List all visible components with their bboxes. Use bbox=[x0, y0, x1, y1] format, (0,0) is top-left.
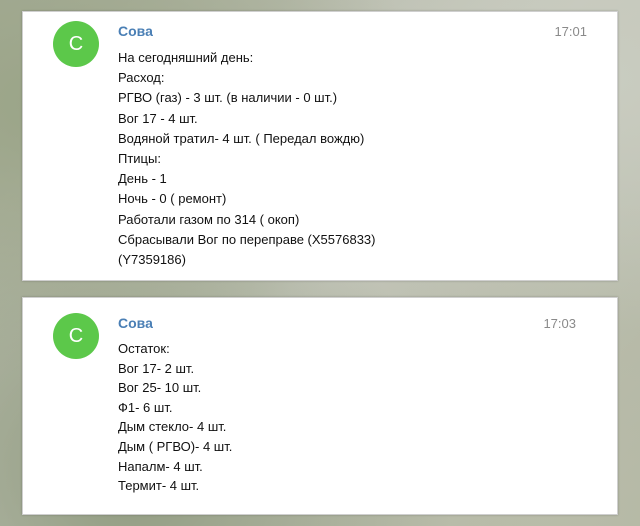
message-line: РГВО (газ) - 3 шт. (в наличии - 0 шт.) bbox=[118, 90, 338, 106]
message-line: Термит- 4 шт. bbox=[118, 478, 200, 494]
message-line: Дым ( РГВО)- 4 шт. bbox=[118, 438, 233, 454]
message-line: Дым стекло- 4 шт. bbox=[118, 419, 227, 435]
message-line: Напалм- 4 шт. bbox=[118, 458, 203, 474]
sender-name[interactable]: Сова bbox=[118, 23, 153, 39]
sender-name[interactable]: Сова bbox=[118, 315, 153, 331]
message-line: Сбрасывали Вог по переправе (X5576833) bbox=[118, 231, 376, 247]
message-line: Птицы: bbox=[118, 150, 161, 166]
message-body: На сегодняшний день: Расход: РГВО (газ) … bbox=[118, 48, 376, 270]
message-line: Водяной тратил- 4 шт. ( Передал вождю) bbox=[118, 130, 365, 146]
message-line: На сегодняшний день: bbox=[118, 50, 254, 65]
message-line: Ф1- 6 шт. bbox=[118, 399, 173, 415]
message-time: 17:03 bbox=[543, 316, 576, 331]
avatar[interactable]: С bbox=[53, 21, 99, 67]
message-card[interactable]: С Сова 17:01 На сегодняшний день: Расход… bbox=[22, 11, 618, 281]
message-line: (Y7359186) bbox=[118, 251, 186, 267]
message-card[interactable]: С Сова 17:03 Остаток: Вог 17- 2 шт. Вог … bbox=[22, 297, 618, 515]
message-line: Вог 17- 2 шт. bbox=[118, 360, 195, 376]
message-body: Остаток: Вог 17- 2 шт. Вог 25- 10 шт. Ф1… bbox=[118, 339, 232, 496]
message-time: 17:01 bbox=[554, 24, 587, 39]
message-line: Вог 17 - 4 шт. bbox=[118, 110, 198, 126]
message-line: Вог 25- 10 шт. bbox=[118, 380, 202, 396]
message-line: День - 1 bbox=[118, 171, 167, 187]
message-line: Остаток: bbox=[118, 341, 170, 356]
message-line: Работали газом по 314 ( окоп) bbox=[118, 211, 300, 227]
message-line: Расход: bbox=[118, 70, 165, 86]
message-line: Ночь - 0 ( ремонт) bbox=[118, 191, 227, 207]
avatar[interactable]: С bbox=[53, 313, 99, 359]
